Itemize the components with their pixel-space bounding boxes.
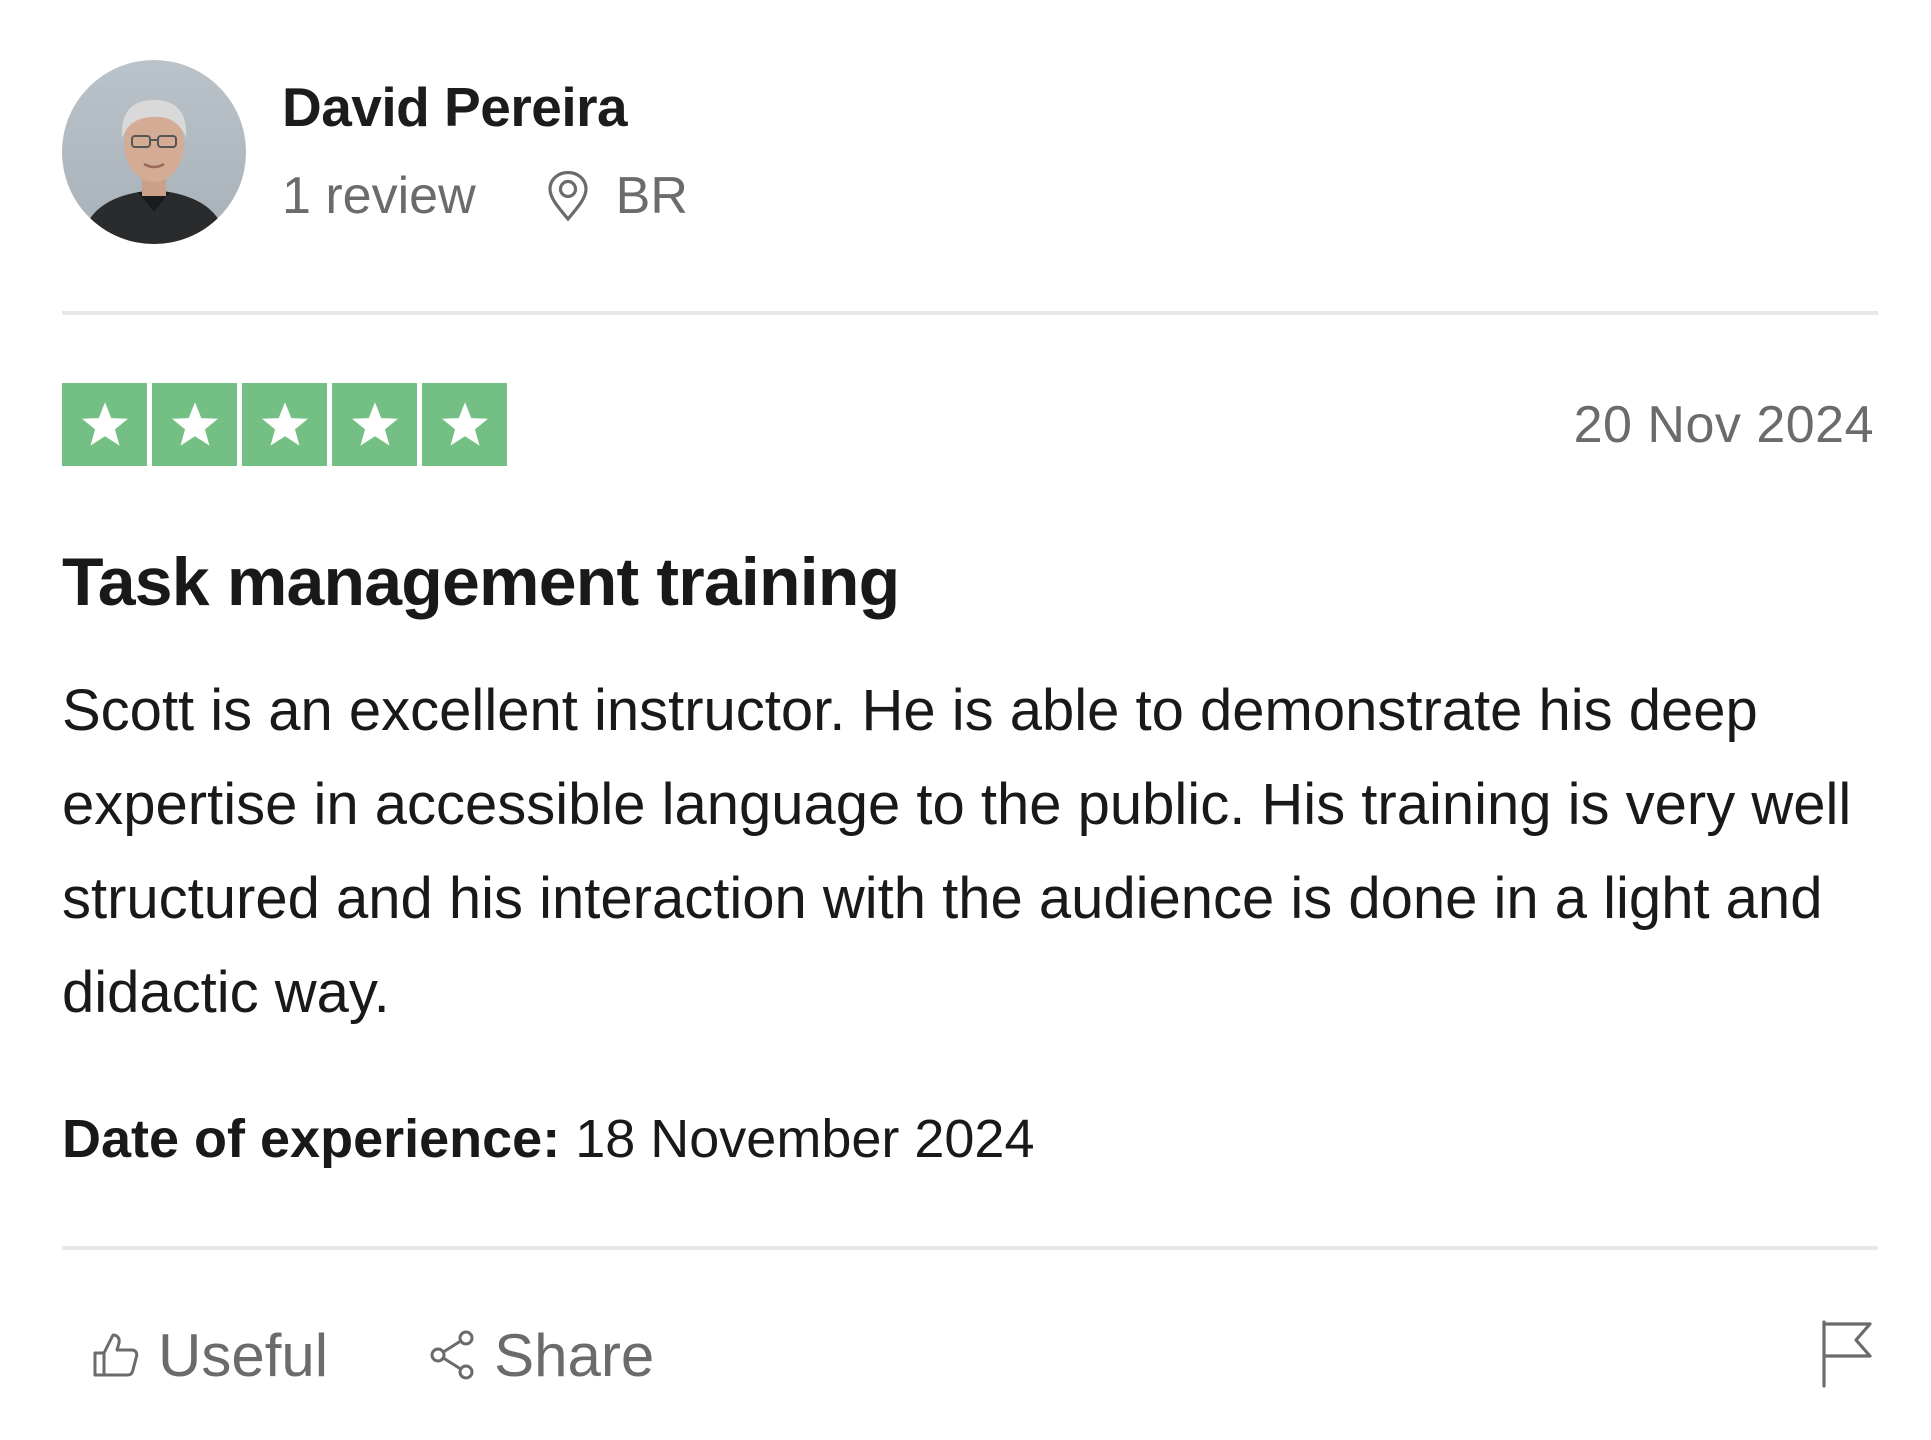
review-body: Scott is an excellent instructor. He is … (62, 678, 1852, 1025)
experience-date: 18 November 2024 (575, 1109, 1035, 1169)
footer-divider (62, 1246, 1878, 1250)
useful-button[interactable]: Useful (92, 1321, 328, 1390)
share-button[interactable]: Share (428, 1321, 654, 1390)
review-title[interactable]: Task management training (62, 542, 900, 622)
share-label: Share (494, 1321, 655, 1389)
reviewer-name[interactable]: David Pereira (282, 72, 688, 142)
location-pin-icon (546, 170, 590, 222)
review-count: 1 review (282, 167, 476, 225)
date-of-experience: Date of experience: 18 November 2024 (62, 1108, 1035, 1170)
review-actions: Useful Share (92, 1310, 1874, 1400)
experience-label: Date of experience: (62, 1109, 561, 1169)
star-icon (62, 383, 147, 466)
review-date: 20 Nov 2024 (1573, 395, 1874, 454)
star-icon (152, 383, 237, 466)
star-rating (62, 383, 507, 466)
useful-label: Useful (158, 1321, 329, 1389)
flag-icon (1818, 1318, 1874, 1393)
avatar[interactable] (62, 60, 246, 244)
reviewer-meta: 1 review BR (282, 164, 688, 228)
reviewer-header: David Pereira 1 review BR (62, 60, 688, 244)
avatar-image (62, 60, 246, 244)
share-icon (428, 1329, 476, 1381)
star-icon (242, 383, 327, 466)
thumbs-up-icon (92, 1331, 140, 1379)
report-flag-button[interactable] (1818, 1318, 1874, 1393)
star-icon (422, 383, 507, 466)
reviewer-info: David Pereira 1 review BR (282, 72, 688, 228)
rating-row: 20 Nov 2024 (62, 383, 1874, 466)
reviewer-country: BR (615, 167, 688, 225)
review-card: David Pereira 1 review BR 20 Nov 2024 Ta… (0, 0, 1931, 1440)
header-divider (62, 311, 1878, 315)
star-icon (332, 383, 417, 466)
